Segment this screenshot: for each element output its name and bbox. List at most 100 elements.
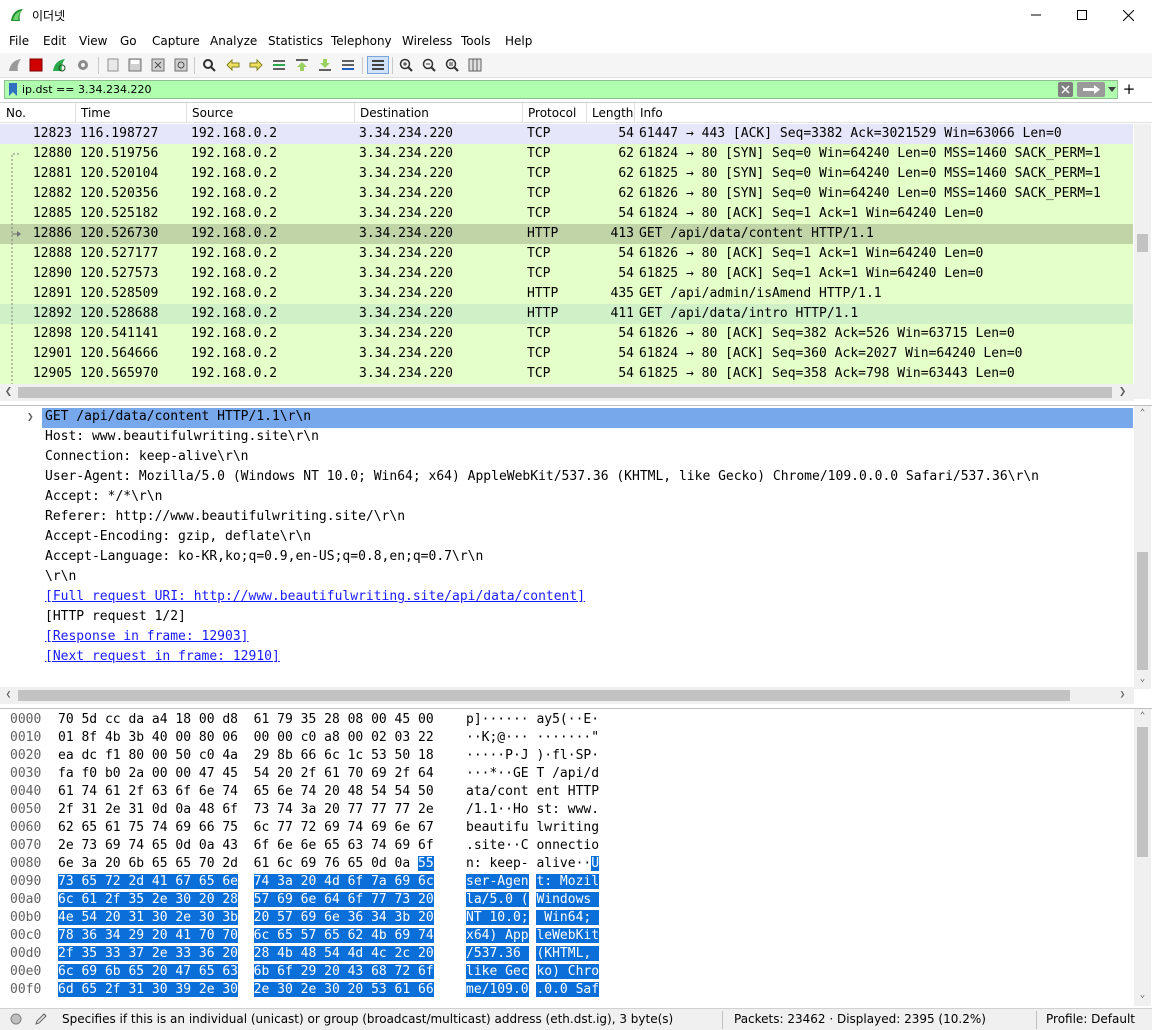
- packet-row[interactable]: 12888 120.527177 192.168.0.2 3.34.234.220 TC…: [0, 244, 1133, 264]
- add-filter-button-plus-icon[interactable]: +: [1122, 80, 1136, 98]
- ascii-bytes[interactable]: me/109.0 .0.0 Saf: [466, 982, 600, 997]
- packet-row[interactable]: 12901 120.564666 192.168.0.2 3.34.234.220 TC…: [0, 344, 1133, 364]
- menu-capture[interactable]: Capture: [152, 34, 200, 48]
- resize-columns-icon[interactable]: [466, 56, 484, 74]
- column-header-no[interactable]: No.: [6, 106, 26, 120]
- detail-line[interactable]: Referer: http://www.beautifulwriting.sit…: [45, 509, 405, 529]
- capture-options-gear-icon[interactable]: [74, 56, 92, 74]
- hex-bytes[interactable]: fa f0 b0 2a 00 00 47 45 54 20 2f 61 70 6…: [58, 766, 434, 781]
- ascii-bytes[interactable]: n: keep- alive··U: [466, 856, 600, 871]
- scroll-up-arrow-icon[interactable]: ⌃: [1134, 711, 1151, 721]
- ascii-bytes[interactable]: beautifu lwriting: [466, 820, 599, 835]
- detail-link[interactable]: [Next request in frame: 12910]: [45, 649, 280, 669]
- hex-bytes[interactable]: 2e 73 69 74 65 0d 0a 43 6f 6e 6e 65 63 7…: [58, 838, 434, 853]
- go-first-packet-icon[interactable]: [293, 56, 311, 74]
- scroll-left-arrow-icon[interactable]: ❮: [0, 690, 17, 700]
- menu-help[interactable]: Help: [505, 34, 532, 48]
- packet-row[interactable]: 12905 120.565970 192.168.0.2 3.34.234.220 TC…: [0, 364, 1133, 384]
- scroll-right-arrow-icon[interactable]: ❯: [1114, 690, 1131, 700]
- ascii-bytes[interactable]: p]······ ay5(··E·: [466, 712, 599, 727]
- hex-bytes[interactable]: 70 5d cc da a4 18 00 d8 61 79 35 28 08 0…: [58, 712, 434, 727]
- normal-size-icon[interactable]: [443, 56, 461, 74]
- menu-telephony[interactable]: Telephony: [331, 34, 392, 48]
- hex-bytes[interactable]: 73 65 72 2d 41 67 65 6e 74 3a 20 4d 6f 7…: [58, 874, 434, 889]
- hex-bytes[interactable]: 4e 54 20 31 30 2e 30 3b 20 57 69 6e 36 3…: [58, 910, 434, 925]
- display-filter-input[interactable]: [22, 81, 1042, 98]
- detail-line[interactable]: Connection: keep-alive\r\n: [45, 449, 249, 469]
- hex-bytes[interactable]: 2f 35 33 37 2e 33 36 20 28 4b 48 54 4d 4…: [58, 946, 434, 961]
- profile-indicator[interactable]: Profile: Default: [1046, 1012, 1135, 1026]
- detail-line[interactable]: Accept: */*\r\n: [45, 489, 162, 509]
- hex-bytes[interactable]: 61 74 61 2f 63 6f 6e 74 65 6e 74 20 48 5…: [58, 784, 434, 799]
- bookmark-icon[interactable]: [8, 83, 18, 96]
- packet-list-vertical-scrollbar[interactable]: [1134, 124, 1151, 399]
- scroll-up-arrow-icon[interactable]: ⌃: [1134, 408, 1151, 418]
- menu-view[interactable]: View: [79, 34, 107, 48]
- scrollbar-thumb[interactable]: [18, 387, 1112, 398]
- details-horizontal-scrollbar[interactable]: ❮ ❯: [0, 687, 1134, 704]
- hex-bytes[interactable]: 62 65 61 75 74 69 66 75 6c 77 72 69 74 6…: [58, 820, 434, 835]
- scrollbar-thumb[interactable]: [1137, 234, 1148, 252]
- packet-row[interactable]: 12881 120.520104 192.168.0.2 3.34.234.220 TC…: [0, 164, 1133, 184]
- ascii-bytes[interactable]: like Gec ko) Chro: [466, 964, 600, 979]
- bytes-vertical-scrollbar[interactable]: ⌃ ⌄: [1134, 709, 1151, 1006]
- packet-row[interactable]: 12891 120.528509 192.168.0.2 3.34.234.220 HT…: [0, 284, 1133, 304]
- ascii-bytes[interactable]: /1.1··Ho st: www.: [466, 802, 599, 817]
- go-forward-icon[interactable]: [247, 56, 265, 74]
- ascii-bytes[interactable]: ·····P·J )·fl·SP·: [466, 748, 599, 763]
- menu-analyze[interactable]: Analyze: [210, 34, 257, 48]
- detail-line[interactable]: Accept-Language: ko-KR,ko;q=0.9,en-US;q=…: [45, 549, 483, 569]
- ascii-bytes[interactable]: ··K;@··· ·······": [466, 730, 599, 745]
- packet-row[interactable]: 12890 120.527573 192.168.0.2 3.34.234.220 TC…: [0, 264, 1133, 284]
- hex-bytes[interactable]: 01 8f 4b 3b 40 00 80 06 00 00 c0 a8 00 0…: [58, 730, 434, 745]
- packet-row[interactable]: 12882 120.520356 192.168.0.2 3.34.234.220 TC…: [0, 184, 1133, 204]
- menu-file[interactable]: File: [9, 34, 29, 48]
- column-header-info[interactable]: Info: [640, 106, 663, 120]
- column-header-destination[interactable]: Destination: [360, 106, 429, 120]
- hex-bytes[interactable]: 6c 61 2f 35 2e 30 20 28 57 69 6e 64 6f 7…: [58, 892, 434, 907]
- expert-info-icon[interactable]: [10, 1013, 22, 1025]
- close-file-icon[interactable]: [149, 56, 167, 74]
- packet-row[interactable]: 12823 116.198727 192.168.0.2 3.34.234.220 TC…: [0, 124, 1133, 144]
- hex-bytes[interactable]: 6e 3a 20 6b 65 65 70 2d 61 6c 69 76 65 0…: [58, 856, 434, 871]
- hex-bytes[interactable]: 6d 65 2f 31 30 39 2e 30 2e 30 2e 30 20 5…: [58, 982, 434, 997]
- go-back-icon[interactable]: [224, 56, 242, 74]
- ascii-bytes[interactable]: ···*··GE T /api/d: [466, 766, 599, 781]
- ascii-bytes[interactable]: ata/cont ent HTTP: [466, 784, 599, 799]
- ascii-bytes[interactable]: ser-Agen t: Mozil: [466, 874, 600, 889]
- open-file-icon[interactable]: [104, 56, 122, 74]
- packet-row[interactable]: 12885 120.525182 192.168.0.2 3.34.234.220 TC…: [0, 204, 1133, 224]
- details-vertical-scrollbar[interactable]: ⌃ ⌄: [1134, 406, 1151, 689]
- scroll-right-arrow-icon[interactable]: ❯: [1114, 387, 1131, 397]
- detail-link[interactable]: [Full request URI: http://www.beautifulw…: [45, 589, 585, 609]
- apply-filter-arrow-icon[interactable]: [1077, 82, 1105, 97]
- packet-row[interactable]: 12892 120.528688 192.168.0.2 3.34.234.220 HT…: [0, 304, 1133, 324]
- reload-file-icon[interactable]: [172, 56, 190, 74]
- ascii-bytes[interactable]: x64) App leWebKit: [466, 928, 600, 943]
- column-header-length[interactable]: Length: [592, 106, 633, 120]
- go-to-packet-icon[interactable]: [270, 56, 288, 74]
- maximize-button[interactable]: [1059, 0, 1105, 30]
- clear-filter-icon[interactable]: [1058, 82, 1073, 97]
- stop-capture-icon[interactable]: [27, 56, 45, 74]
- ascii-bytes[interactable]: NT 10.0; Win64;: [466, 910, 600, 925]
- scroll-left-arrow-icon[interactable]: ❮: [0, 387, 17, 397]
- zoom-in-icon[interactable]: [397, 56, 415, 74]
- ascii-bytes[interactable]: /537.36 (KHTML,: [466, 946, 600, 961]
- menu-go[interactable]: Go: [120, 34, 137, 48]
- go-last-packet-icon[interactable]: [316, 56, 334, 74]
- ascii-bytes[interactable]: .site··C onnectio: [466, 838, 599, 853]
- detail-line[interactable]: Host: www.beautifulwriting.site\r\n: [45, 429, 319, 449]
- packet-row[interactable]: 12886 120.526730 192.168.0.2 3.34.234.220 HT…: [0, 224, 1133, 244]
- start-capture-fin-icon[interactable]: [6, 56, 24, 74]
- column-header-time[interactable]: Time: [81, 106, 110, 120]
- detail-line[interactable]: Accept-Encoding: gzip, deflate\r\n: [45, 529, 311, 549]
- expand-arrow-icon[interactable]: ❯: [27, 410, 34, 423]
- colorize-packet-list-icon[interactable]: [367, 56, 389, 74]
- menu-tools[interactable]: Tools: [461, 34, 491, 48]
- hex-bytes[interactable]: 6c 69 6b 65 20 47 65 63 6b 6f 29 20 43 6…: [58, 964, 434, 979]
- capture-comment-edit-icon[interactable]: [34, 1012, 48, 1026]
- scrollbar-thumb[interactable]: [1137, 727, 1148, 857]
- scroll-down-arrow-icon[interactable]: ⌄: [1134, 674, 1151, 684]
- detail-line[interactable]: [HTTP request 1/2]: [45, 609, 186, 629]
